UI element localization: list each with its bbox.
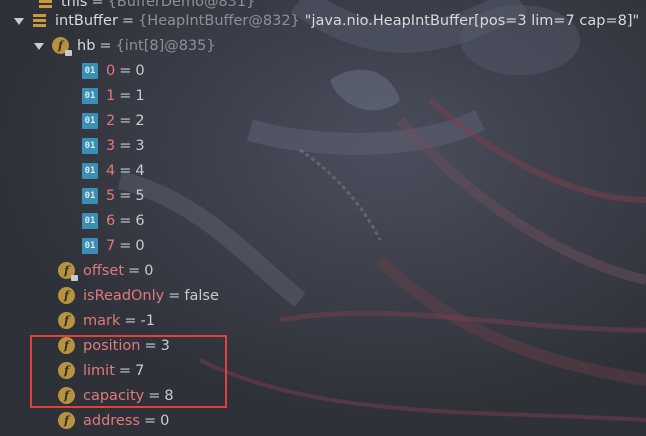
- equals-sign: =: [119, 62, 132, 79]
- equals-sign: =: [128, 262, 141, 279]
- equals-sign: =: [168, 287, 181, 304]
- equals-sign: =: [119, 162, 132, 179]
- field-icon: f: [58, 312, 75, 329]
- tree-row-mark[interactable]: f mark = -1: [58, 308, 155, 333]
- array-value: 3: [135, 137, 145, 154]
- array-element-icon: 01: [82, 62, 98, 79]
- field-icon: f: [58, 412, 75, 429]
- equals-sign: =: [119, 212, 132, 229]
- equals-sign: =: [143, 412, 157, 429]
- array-index: 3: [106, 137, 116, 154]
- equals-sign: =: [119, 237, 132, 254]
- expand-arrow-icon[interactable]: [34, 41, 44, 51]
- variable-name: offset: [83, 262, 125, 279]
- array-element-row[interactable]: 01 3 = 3: [82, 133, 145, 158]
- array-element-row[interactable]: 01 0 = 0: [82, 58, 145, 83]
- tree-row-offset[interactable]: f offset = 0: [58, 258, 153, 283]
- array-value: 5: [135, 187, 145, 204]
- array-index: 6: [106, 212, 116, 229]
- equals-sign: =: [119, 187, 132, 204]
- variable-value: {int[8]@835}: [115, 37, 216, 54]
- array-index: 5: [106, 187, 116, 204]
- array-index: 1: [106, 87, 116, 104]
- array-value: 0: [135, 237, 145, 254]
- array-value: 0: [135, 62, 145, 79]
- variable-name: intBuffer: [55, 12, 118, 29]
- variable-name: isReadOnly: [83, 287, 165, 304]
- array-element-icon: 01: [82, 237, 98, 254]
- tree-row-intbuffer[interactable]: intBuffer = {HeapIntBuffer@832} "java.ni…: [14, 8, 639, 33]
- object-reference: {HeapIntBuffer@832}: [138, 12, 300, 29]
- array-element-icon: 01: [82, 112, 98, 129]
- equals-sign: =: [121, 12, 135, 29]
- variable-name: mark: [83, 312, 121, 329]
- equals-sign: =: [124, 312, 137, 329]
- array-index: 7: [106, 237, 116, 254]
- field-icon: f: [58, 287, 75, 304]
- array-element-row[interactable]: 01 6 = 6: [82, 208, 145, 233]
- tree-row-address[interactable]: f address = 0: [58, 408, 169, 433]
- array-element-row[interactable]: 01 2 = 2: [82, 108, 145, 133]
- array-value: 1: [135, 87, 145, 104]
- array-element-icon: 01: [82, 87, 98, 104]
- variable-name: address: [83, 412, 140, 429]
- highlight-box: [30, 335, 227, 408]
- array-element-row[interactable]: 01 7 = 0: [82, 233, 145, 258]
- array-value: 2: [135, 112, 145, 129]
- equals-sign: =: [119, 87, 132, 104]
- array-element-row[interactable]: 01 1 = 1: [82, 83, 145, 108]
- variable-value: 0: [144, 262, 154, 279]
- expand-arrow-icon[interactable]: [14, 16, 24, 26]
- variable-value: false: [184, 287, 219, 304]
- array-index: 2: [106, 112, 116, 129]
- object-list-icon: [32, 13, 47, 28]
- equals-sign: =: [119, 112, 132, 129]
- equals-sign: =: [99, 37, 112, 54]
- array-value: 4: [135, 162, 145, 179]
- array-index: 0: [106, 62, 116, 79]
- equals-sign: =: [119, 137, 132, 154]
- lock-icon: [71, 275, 78, 281]
- array-element-icon: 01: [82, 187, 98, 204]
- tree-row-isreadonly[interactable]: f isReadOnly = false: [58, 283, 219, 308]
- variable-name: hb: [77, 37, 96, 54]
- array-value: 6: [135, 212, 145, 229]
- variable-value: 0: [160, 412, 170, 429]
- tostring-value: "java.nio.HeapIntBuffer[pos=3 lim=7 cap=…: [304, 12, 640, 29]
- array-element-icon: 01: [82, 162, 98, 179]
- array-element-row[interactable]: 01 5 = 5: [82, 183, 145, 208]
- field-icon: f: [52, 37, 72, 56]
- variable-value: -1: [140, 312, 155, 329]
- array-element-row[interactable]: 01 4 = 4: [82, 158, 145, 183]
- array-element-icon: 01: [82, 212, 98, 229]
- lock-icon: [65, 50, 72, 56]
- field-icon: f: [58, 262, 78, 281]
- tree-row-hb[interactable]: f hb = {int[8]@835}: [34, 33, 216, 58]
- array-index: 4: [106, 162, 116, 179]
- array-element-icon: 01: [82, 137, 98, 154]
